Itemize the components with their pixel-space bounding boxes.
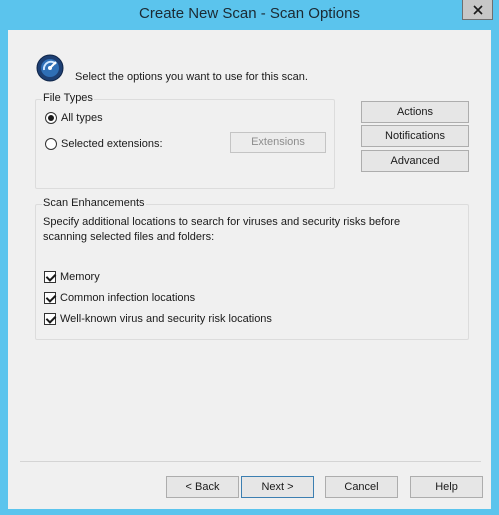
selected-extensions-radio[interactable] <box>45 138 57 150</box>
scan-options-icon <box>36 54 64 82</box>
memory-option[interactable]: Memory <box>44 271 100 283</box>
dialog-window: Create New Scan - Scan Options Select th… <box>0 0 499 515</box>
advanced-button[interactable]: Advanced <box>361 150 469 172</box>
all-types-label: All types <box>61 112 103 124</box>
footer-divider <box>20 461 481 462</box>
well-known-checkbox[interactable] <box>44 313 56 325</box>
close-icon <box>472 4 483 15</box>
notifications-button[interactable]: Notifications <box>361 125 469 147</box>
intro-text: Select the options you want to use for t… <box>75 71 308 83</box>
help-button[interactable]: Help <box>410 476 483 498</box>
scan-enhancements-label: Scan Enhancements <box>42 197 146 209</box>
file-types-group: File Types All types Selected extensions… <box>35 92 335 189</box>
memory-label: Memory <box>60 271 100 283</box>
dialog-client-area: Select the options you want to use for t… <box>8 30 491 509</box>
all-types-radio[interactable] <box>45 112 57 124</box>
common-infection-checkbox[interactable] <box>44 292 56 304</box>
next-button[interactable]: Next > <box>241 476 314 498</box>
scan-enhancements-group: Scan Enhancements Specify additional loc… <box>35 197 469 340</box>
well-known-label: Well-known virus and security risk locat… <box>60 313 272 325</box>
title-bar[interactable]: Create New Scan - Scan Options <box>0 0 499 28</box>
well-known-option[interactable]: Well-known virus and security risk locat… <box>44 313 272 325</box>
radio-all-types[interactable]: All types <box>45 112 103 124</box>
selected-extensions-label: Selected extensions: <box>61 138 163 150</box>
close-button[interactable] <box>462 0 493 20</box>
back-button[interactable]: < Back <box>166 476 239 498</box>
description-line-1: Specify additional locations to search f… <box>43 216 401 228</box>
common-infection-label: Common infection locations <box>60 292 196 304</box>
enhancements-description: Specify additional locations to search f… <box>43 215 443 245</box>
file-types-label: File Types <box>42 92 94 104</box>
description-line-2: scanning selected files and folders: <box>43 231 215 243</box>
common-infection-option[interactable]: Common infection locations <box>44 292 195 304</box>
extensions-button[interactable]: Extensions <box>230 132 326 153</box>
cancel-button[interactable]: Cancel <box>325 476 398 498</box>
memory-checkbox[interactable] <box>44 271 56 283</box>
radio-selected-extensions[interactable]: Selected extensions: <box>45 138 163 150</box>
window-title: Create New Scan - Scan Options <box>139 5 360 22</box>
actions-button[interactable]: Actions <box>361 101 469 123</box>
